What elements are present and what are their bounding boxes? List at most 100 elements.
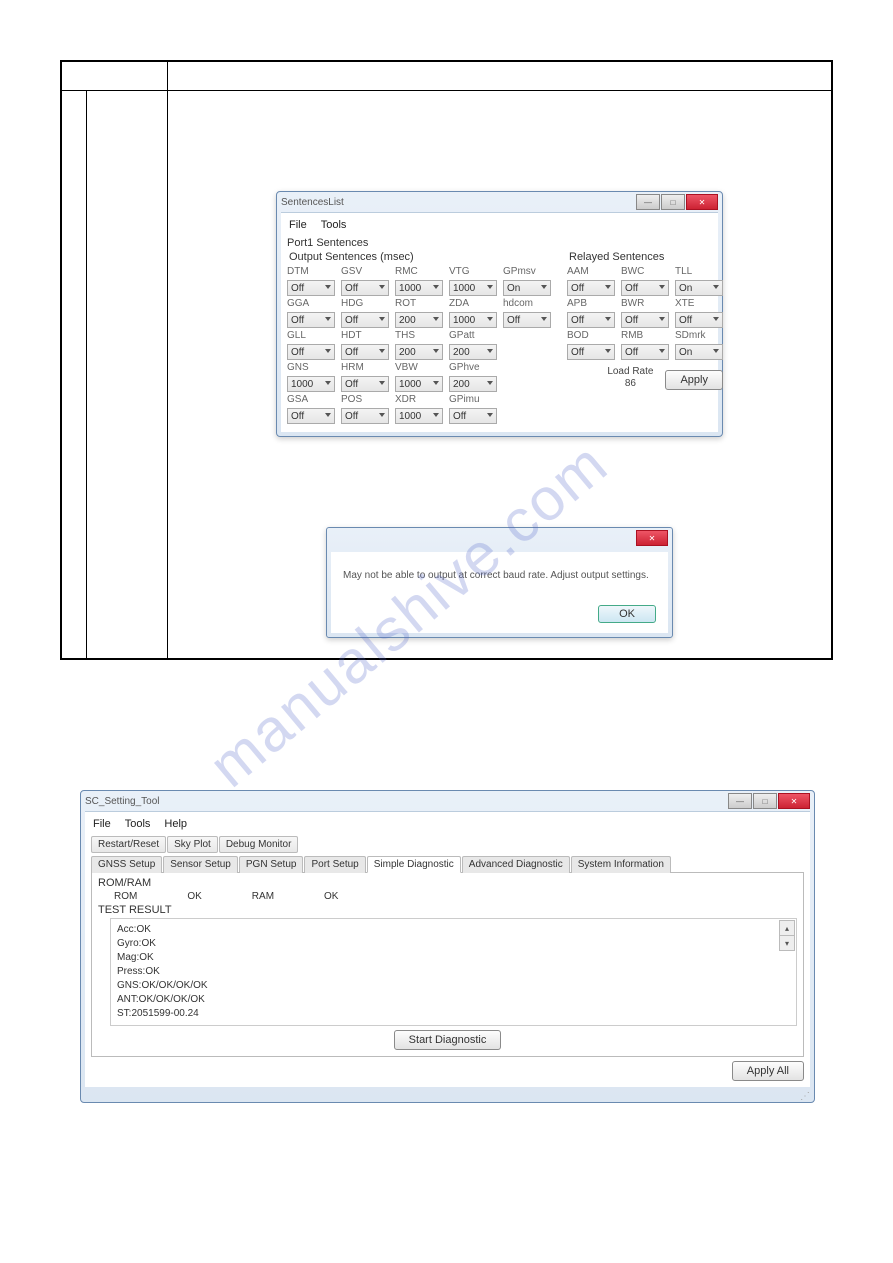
menu-tools[interactable]: Tools [125,818,151,830]
output-combo-gll[interactable]: Off [287,344,335,360]
test-result-line: Acc:OK [117,923,790,937]
menu-help[interactable]: Help [164,818,187,830]
close-button[interactable]: ✕ [778,793,810,809]
chevron-down-icon [487,349,493,353]
output-label-dtm: DTM [287,265,335,279]
menu-file[interactable]: File [289,219,307,231]
output-label-hrm: HRM [341,361,389,375]
chevron-down-icon [433,349,439,353]
output-label-vbw: VBW [395,361,443,375]
output-label-gpmsv: GPmsv [503,265,551,279]
output-combo-rot[interactable]: 200 [395,312,443,328]
output-combo-hrm[interactable]: Off [341,376,389,392]
output-combo-hdt[interactable]: Off [341,344,389,360]
test-result-line: GNS:OK/OK/OK/OK [117,979,790,993]
relayed-label-aam: AAM [567,265,615,279]
output-label-gphve: GPhve [449,361,497,375]
apply-button[interactable]: Apply [665,370,723,390]
scroll-down[interactable]: ▾ [779,935,795,951]
menu-file[interactable]: File [93,818,111,830]
output-combo-xdr[interactable]: 1000 [395,408,443,424]
chevron-down-icon [379,285,385,289]
output-combo-gpatt[interactable]: 200 [449,344,497,360]
output-label-hdg: HDG [341,297,389,311]
output-combo-gsa[interactable]: Off [287,408,335,424]
relayed-combo-xte[interactable]: Off [675,312,723,328]
titlebar[interactable]: SC_Setting_Tool — □ ✕ [81,791,814,811]
tab-sensor-setup[interactable]: Sensor Setup [163,856,238,873]
output-combo-zda[interactable]: 1000 [449,312,497,328]
chevron-down-icon [487,413,493,417]
output-label-gll: GLL [287,329,335,343]
minimize-button[interactable]: — [728,793,752,809]
chevron-down-icon [379,349,385,353]
test-result-line: Press:OK [117,965,790,979]
toolbutton-debug-monitor[interactable]: Debug Monitor [219,836,299,853]
output-combo-pos[interactable]: Off [341,408,389,424]
output-label-ths: THS [395,329,443,343]
tab-pgn-setup[interactable]: PGN Setup [239,856,304,873]
chevron-down-icon [325,381,331,385]
dialog-close-button[interactable]: ✕ [636,530,668,546]
relayed-combo-sdmrk[interactable]: On [675,344,723,360]
relayed-label-sdmrk: SDmrk [675,329,723,343]
output-label-pos: POS [341,393,389,407]
load-rate: Load Rate 86 [607,366,653,390]
chevron-down-icon [325,285,331,289]
maximize-button[interactable]: □ [661,194,685,210]
relayed-combo-bwr[interactable]: Off [621,312,669,328]
output-combo-gns[interactable]: 1000 [287,376,335,392]
output-combo-gsv[interactable]: Off [341,280,389,296]
output-label-gsa: GSA [287,393,335,407]
output-combo-gga[interactable]: Off [287,312,335,328]
tab-port-setup[interactable]: Port Setup [304,856,365,873]
ok-button[interactable]: OK [598,605,656,623]
start-diagnostic-button[interactable]: Start Diagnostic [394,1030,502,1050]
menu-tools[interactable]: Tools [321,219,347,231]
sc-setting-tool-window: SC_Setting_Tool — □ ✕ File Tools Help Re… [80,790,815,1103]
chevron-down-icon [433,317,439,321]
output-combo-gphve[interactable]: 200 [449,376,497,392]
close-button[interactable]: ✕ [686,194,718,210]
output-combo-hdcom (sp)[interactable]: Off [503,312,551,328]
output-combo-gpmsv[interactable]: On [503,280,551,296]
ram-label: RAM [252,891,274,902]
output-label-gpimu: GPimu [449,393,497,407]
scroll-up[interactable]: ▴ [779,920,795,936]
relayed-sentences-title: Relayed Sentences [569,251,723,263]
minimize-button[interactable]: — [636,194,660,210]
toolbutton-restart-reset[interactable]: Restart/Reset [91,836,166,853]
relayed-combo-apb[interactable]: Off [567,312,615,328]
tab-simple-diagnostic[interactable]: Simple Diagnostic [367,856,461,873]
chevron-down-icon [379,413,385,417]
tab-system-information[interactable]: System Information [571,856,671,873]
toolbutton-sky-plot[interactable]: Sky Plot [167,836,218,853]
output-combo-vtg[interactable]: 1000 [449,280,497,296]
tab-gnss-setup[interactable]: GNSS Setup [91,856,162,873]
dialog-message: May not be able to output at correct bau… [343,570,656,581]
relayed-combo-rmb[interactable]: Off [621,344,669,360]
output-combo-gpimu[interactable]: Off [449,408,497,424]
output-combo-dtm[interactable]: Off [287,280,335,296]
maximize-button[interactable]: □ [753,793,777,809]
resize-grip[interactable]: ⋰ [81,1091,814,1102]
testresult-title: TEST RESULT [98,904,797,916]
chevron-down-icon [433,413,439,417]
chevron-down-icon [713,317,719,321]
dialog-titlebar[interactable]: ✕ [327,528,672,548]
apply-all-button[interactable]: Apply All [732,1061,804,1081]
relayed-combo-bwc[interactable]: Off [621,280,669,296]
tab-advanced-diagnostic[interactable]: Advanced Diagnostic [462,856,570,873]
output-combo-hdg[interactable]: Off [341,312,389,328]
chevron-down-icon [605,349,611,353]
titlebar[interactable]: SentencesList — □ ✕ [277,192,722,212]
relayed-combo-bod[interactable]: Off [567,344,615,360]
relayed-label-rmb: RMB [621,329,669,343]
test-result-line: ANT:OK/OK/OK/OK [117,993,790,1007]
output-combo-vbw[interactable]: 1000 [395,376,443,392]
output-combo-rmc[interactable]: 1000 [395,280,443,296]
relayed-combo-aam[interactable]: Off [567,280,615,296]
output-combo-ths[interactable]: 200 [395,344,443,360]
relayed-combo-tll[interactable]: On [675,280,723,296]
chevron-down-icon [325,317,331,321]
